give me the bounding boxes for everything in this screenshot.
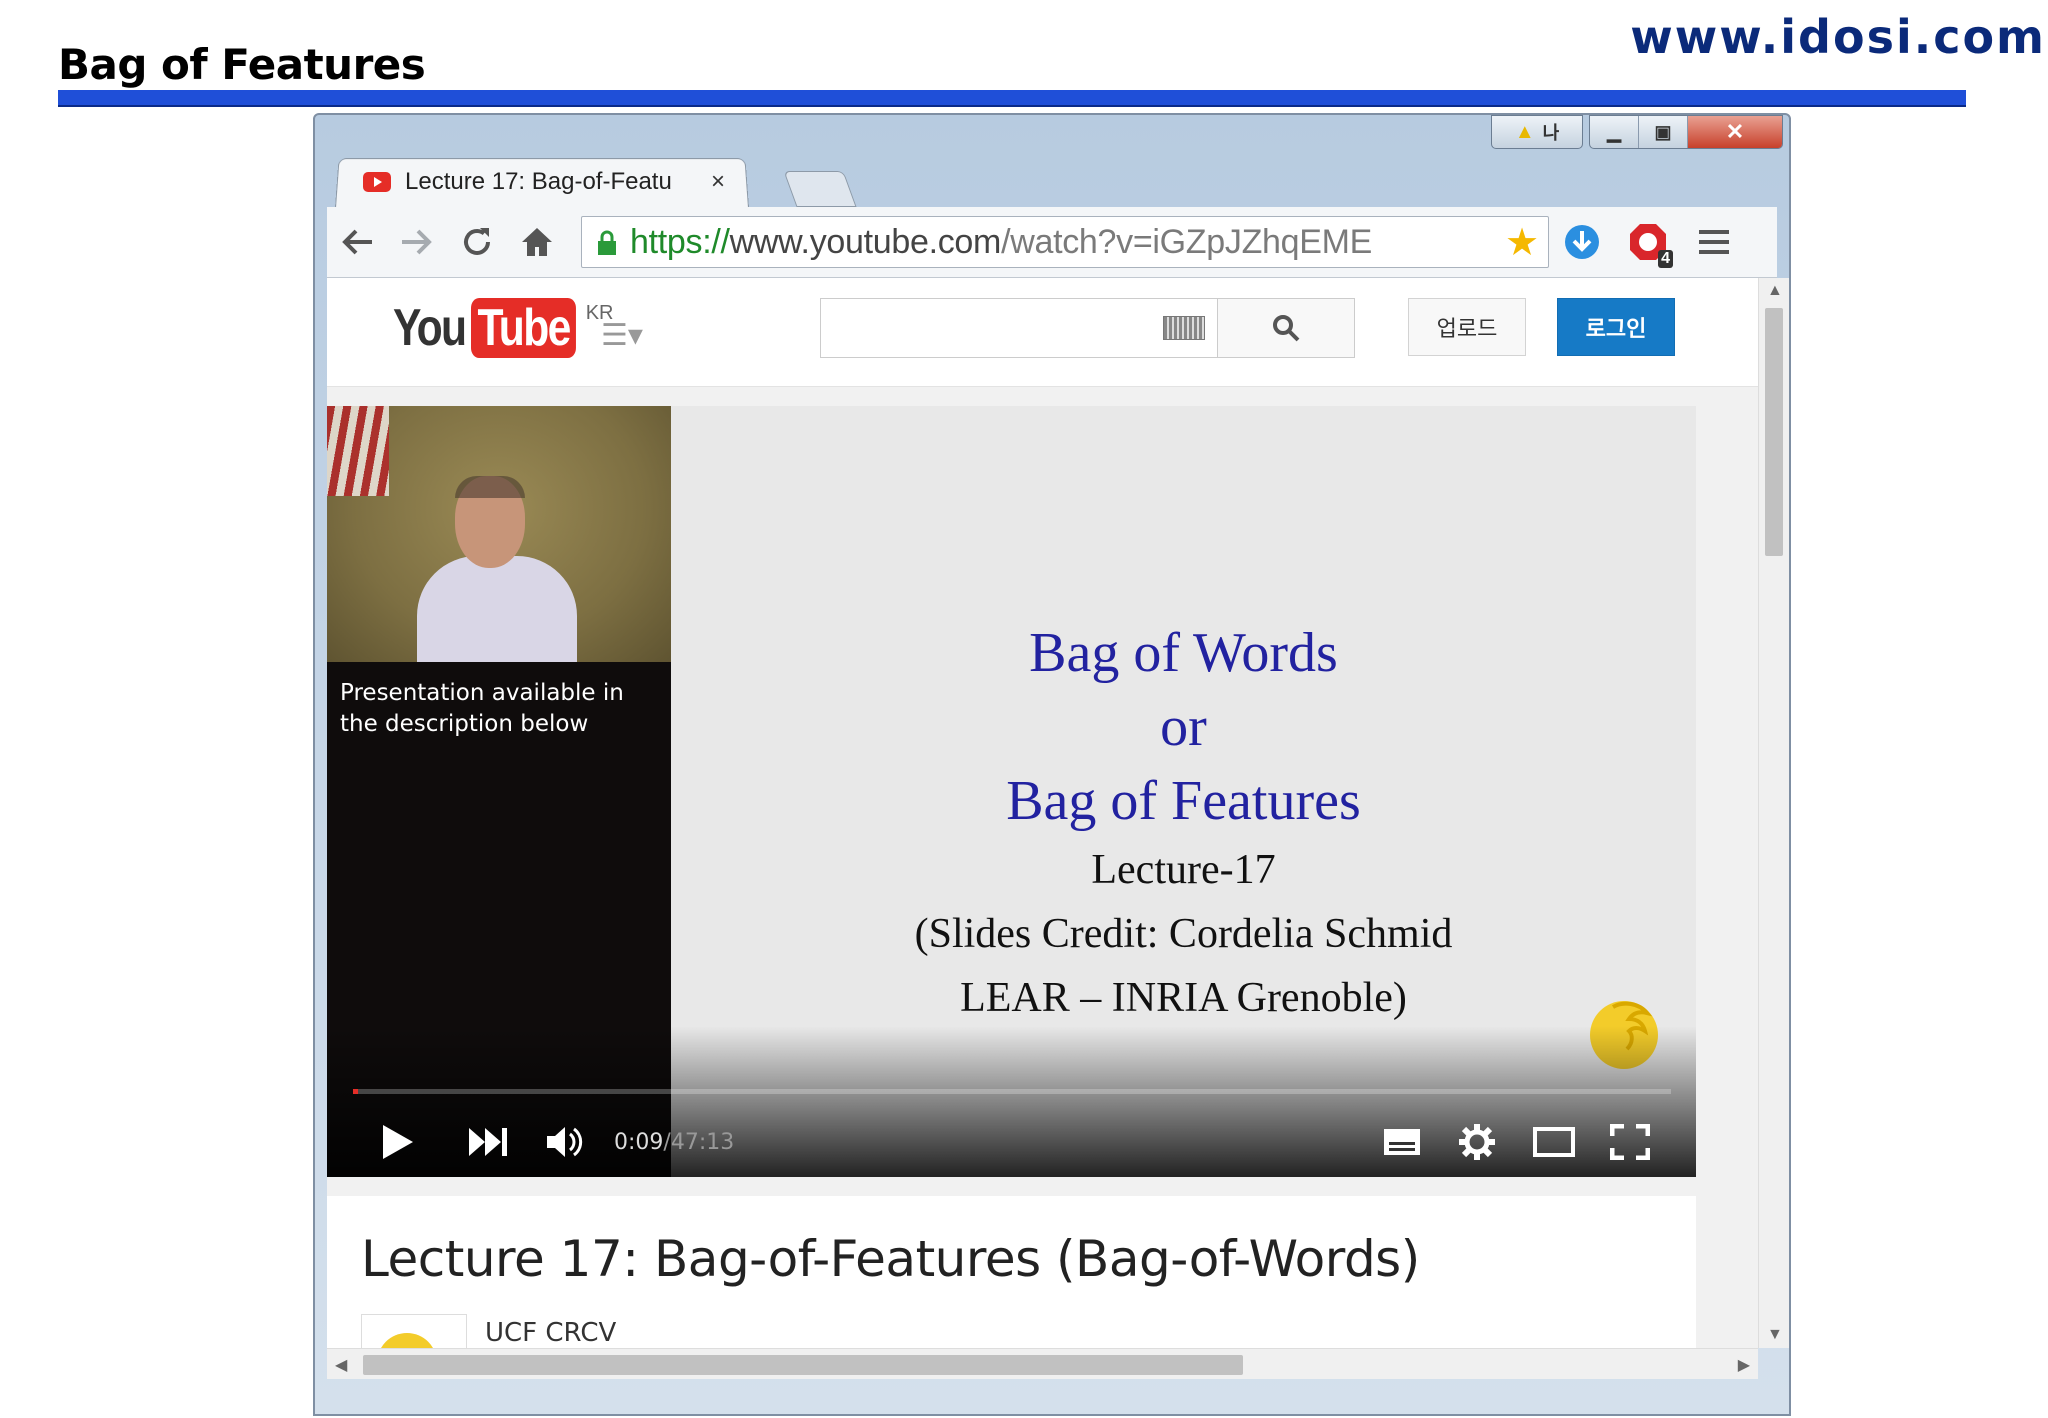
theater-icon: [1533, 1127, 1575, 1157]
tab-strip: Lecture 17: Bag-of-Featu ×: [335, 157, 935, 208]
download-icon: [1565, 225, 1599, 259]
current-time: 0:09: [614, 1129, 664, 1155]
guide-icon: ☰▾: [601, 319, 643, 352]
title-rule: [58, 90, 1966, 107]
forward-icon: [402, 229, 432, 255]
lock-icon: [596, 227, 620, 257]
star-icon[interactable]: ★: [1496, 220, 1548, 265]
url-path: /watch?v=iGZpJZhqEME: [1001, 222, 1373, 261]
speaker-body: [417, 556, 577, 662]
flag-image: [327, 406, 389, 496]
youtube-masthead: You Tube KR ☰▾ 업로드 로그인: [327, 278, 1758, 387]
duration: 47:13: [670, 1129, 735, 1155]
volume-button[interactable]: [547, 1114, 583, 1170]
browser-window: ▲ 나 ▁ ▣ ✕ Lecture 17: Bag-of-Featu × htt…: [313, 113, 1791, 1416]
download-extension-button[interactable]: [1549, 214, 1615, 270]
next-button[interactable]: [469, 1114, 509, 1170]
logo-tube: Tube: [471, 298, 577, 358]
speaker-hair: [455, 476, 525, 498]
signin-button[interactable]: 로그인: [1557, 298, 1675, 356]
video-info: Lecture 17: Bag-of-Features (Bag-of-Word…: [327, 1196, 1696, 1348]
vertical-scrollbar[interactable]: ▲ ▼: [1758, 278, 1789, 1348]
forward-button[interactable]: [387, 214, 447, 270]
slide-line-6: LEAR – INRIA Grenoble): [960, 975, 1407, 1021]
close-window-button[interactable]: ✕: [1688, 116, 1782, 148]
tab-close-button[interactable]: ×: [703, 168, 733, 196]
slide-text: Bag of Words or Bag of Features Lecture-…: [671, 616, 1696, 1030]
speaker-video: [327, 406, 671, 662]
browser-toolbar: https://www.youtube.com/watch?v=iGZpJZhq…: [327, 207, 1777, 278]
slide-line-5: (Slides Credit: Cordelia Schmid: [914, 911, 1453, 957]
speaker-caption: Presentation available in the descriptio…: [340, 680, 624, 737]
window-controls: ▲ 나 ▁ ▣ ✕: [1491, 115, 1783, 155]
slide-line-1: Bag of Words: [1029, 622, 1338, 684]
search-icon: [1273, 315, 1300, 342]
time-display: 0:09 / 47:13: [614, 1114, 734, 1170]
scroll-left-icon[interactable]: ◀: [335, 1355, 347, 1375]
maximize-button[interactable]: ▣: [1639, 116, 1688, 148]
warning-icon: ▲: [1514, 120, 1535, 143]
new-tab-button[interactable]: [783, 171, 857, 207]
horizontal-scroll-thumb[interactable]: [363, 1355, 1243, 1375]
reload-button[interactable]: [447, 214, 507, 270]
channel-avatar[interactable]: [361, 1314, 467, 1348]
window-buttons: ▁ ▣ ✕: [1589, 115, 1783, 149]
address-bar[interactable]: https://www.youtube.com/watch?v=iGZpJZhq…: [581, 216, 1549, 268]
scroll-up-icon[interactable]: ▲: [1767, 282, 1783, 300]
menu-icon: [1699, 230, 1729, 254]
slide-line-4: Lecture-17: [1091, 847, 1276, 893]
video-player[interactable]: Presentation available in the descriptio…: [327, 406, 1696, 1177]
notification-button[interactable]: ▲ 나: [1491, 115, 1583, 149]
youtube-logo[interactable]: You Tube KR: [393, 298, 614, 358]
horizontal-scrollbar[interactable]: ◀ ▶: [327, 1348, 1758, 1379]
settings-button[interactable]: [1457, 1114, 1497, 1170]
scroll-right-icon[interactable]: ▶: [1738, 1355, 1750, 1375]
fullscreen-button[interactable]: [1610, 1114, 1650, 1170]
home-button[interactable]: [507, 214, 567, 270]
logo-you: You: [393, 299, 467, 357]
progress-fill: [353, 1089, 359, 1094]
youtube-favicon-icon: [363, 172, 391, 192]
search-input[interactable]: [820, 298, 1218, 358]
site-url: www.idosi.com: [1630, 10, 2046, 64]
keyboard-icon[interactable]: [1163, 316, 1205, 340]
url-domain: www.youtube.com: [729, 222, 1002, 261]
slide-line-3: Bag of Features: [1006, 770, 1361, 832]
ime-label: 나: [1542, 123, 1560, 143]
slide-title: Bag of Features: [58, 40, 426, 89]
extension-badge: 4: [1658, 250, 1673, 268]
url-text: https://www.youtube.com/watch?v=iGZpJZhq…: [630, 223, 1496, 262]
progress-bar[interactable]: [353, 1089, 1671, 1094]
adblock-extension-button[interactable]: 4: [1615, 214, 1681, 270]
upload-button[interactable]: 업로드: [1408, 298, 1526, 356]
scroll-down-icon[interactable]: ▼: [1767, 1326, 1783, 1344]
tab-youtube[interactable]: Lecture 17: Bag-of-Featu ×: [335, 157, 747, 207]
home-icon: [522, 228, 552, 256]
guide-button[interactable]: ☰▾: [601, 318, 643, 353]
captions-icon: [1384, 1129, 1420, 1155]
back-icon: [342, 229, 372, 255]
reload-icon: [464, 228, 490, 255]
back-button[interactable]: [327, 214, 387, 270]
volume-icon: [547, 1127, 583, 1157]
video-title: Lecture 17: Bag-of-Features (Bag-of-Word…: [361, 1230, 1420, 1288]
minimize-button[interactable]: ▁: [1590, 116, 1639, 148]
search-button[interactable]: [1217, 298, 1355, 358]
vertical-scroll-thumb[interactable]: [1765, 308, 1783, 556]
settings-icon: [1459, 1124, 1495, 1160]
time-separator: /: [663, 1129, 671, 1155]
captions-button[interactable]: [1383, 1114, 1421, 1170]
theater-mode-button[interactable]: [1533, 1114, 1575, 1170]
browser-menu-button[interactable]: [1681, 214, 1747, 270]
channel-name[interactable]: UCF CRCV: [485, 1318, 616, 1348]
play-icon: [383, 1125, 413, 1159]
next-icon: [469, 1128, 507, 1156]
play-button[interactable]: [383, 1114, 413, 1170]
page-viewport: You Tube KR ☰▾ 업로드 로그인 Presentation avai…: [327, 278, 1758, 1348]
url-protocol: https://: [630, 222, 730, 261]
fullscreen-icon: [1610, 1124, 1650, 1160]
ucf-avatar-icon: [381, 1333, 433, 1348]
tab-title: Lecture 17: Bag-of-Featu: [405, 168, 672, 195]
slide-line-2: or: [1160, 696, 1207, 758]
